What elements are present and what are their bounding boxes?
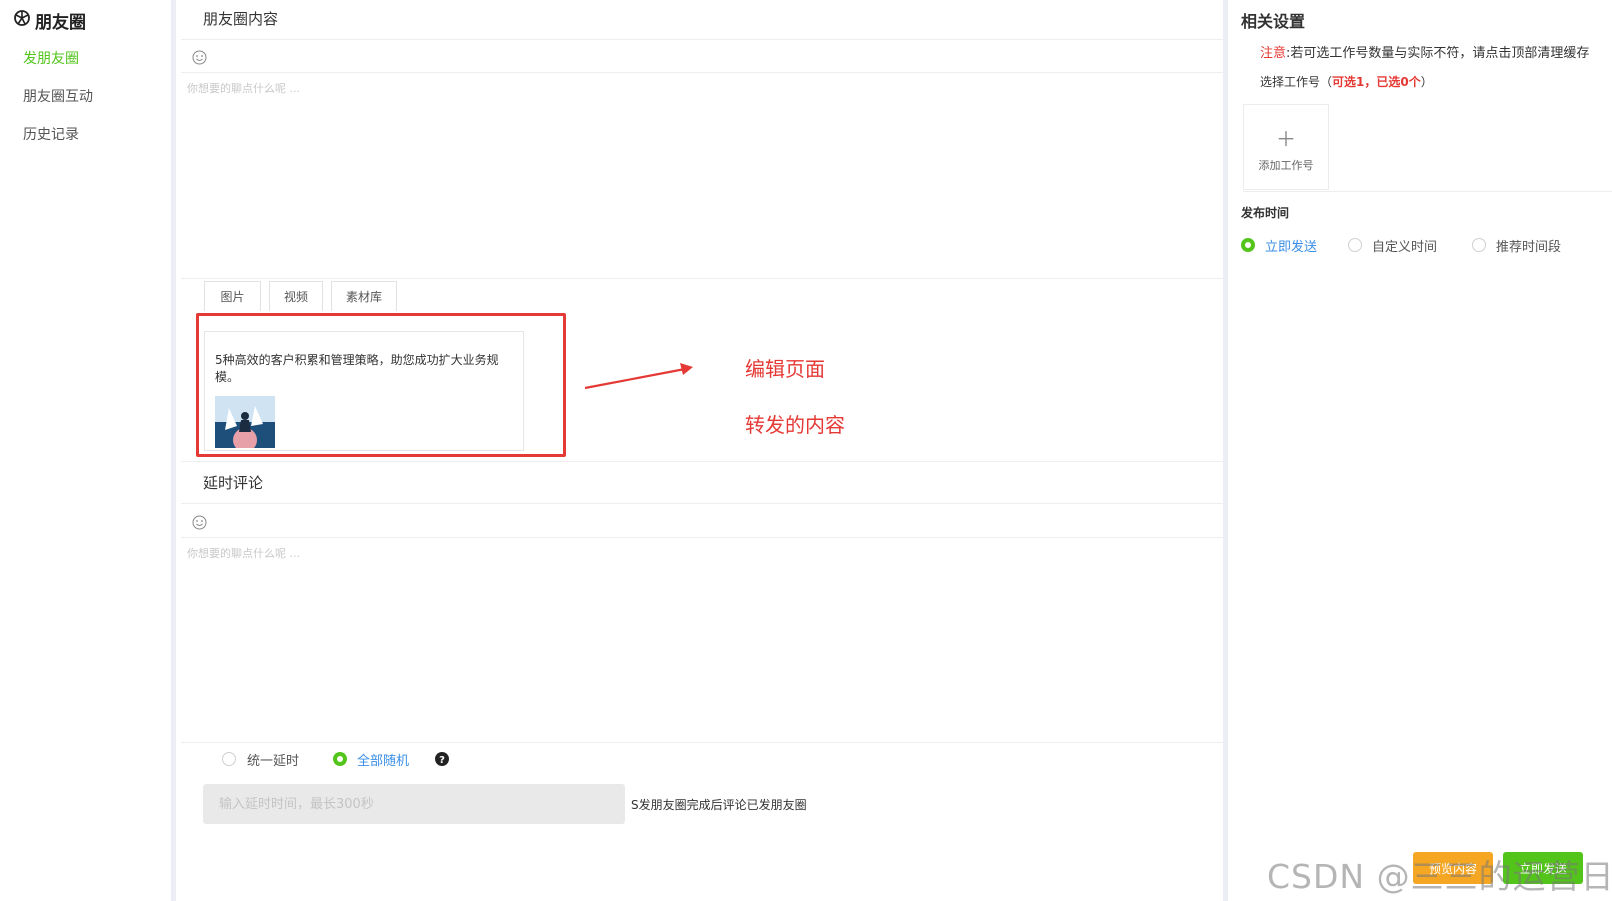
sidebar-item-history[interactable]: 历史记录	[23, 124, 79, 144]
sidebar-item-post-moments[interactable]: 发朋友圈	[23, 48, 79, 68]
sidebar-title: 朋友圈	[35, 13, 86, 33]
add-worker-button[interactable]: ＋ 添加工作号	[1243, 104, 1329, 190]
emoji-icon[interactable]	[192, 50, 207, 65]
divider	[181, 742, 1223, 743]
content-section-title: 朋友圈内容	[203, 10, 279, 28]
preview-button[interactable]: 预览内容	[1413, 852, 1493, 884]
publish-button[interactable]: 立即发送	[1503, 852, 1583, 884]
radio-all-random-label[interactable]: 全部随机	[357, 750, 409, 769]
note-prefix: 注意	[1260, 46, 1287, 61]
annotation-arrow-icon	[581, 354, 701, 394]
main-panel: 朋友圈内容 你想要的聊点什么呢 ... 图片 视频 素材库 5种高效的客户积累和…	[181, 0, 1223, 901]
plus-icon: ＋	[1276, 127, 1296, 151]
emoji-icon[interactable]	[192, 515, 207, 530]
note-text: :若可选工作号数量与实际不符，请点击顶部清理缓存	[1286, 46, 1590, 61]
delay-hint-text: S发朋友圈完成后评论已发朋友圈	[631, 798, 807, 812]
delay-seconds-input[interactable]	[203, 784, 625, 824]
divider	[181, 461, 1223, 462]
annotation-highlight-box	[196, 313, 566, 457]
content-textarea[interactable]: 你想要的聊点什么呢 ...	[187, 80, 300, 96]
divider	[181, 537, 1223, 538]
settings-note: 注意:若可选工作号数量与实际不符，请点击顶部清理缓存	[1260, 42, 1589, 61]
tab-image[interactable]: 图片	[204, 281, 261, 311]
radio-all-random[interactable]	[333, 752, 347, 766]
divider	[181, 503, 1223, 504]
radio-uniform-delay-label[interactable]: 统一延时	[247, 750, 299, 769]
radio-recommended-time[interactable]	[1472, 238, 1486, 252]
radio-custom-time[interactable]	[1348, 238, 1362, 252]
radio-uniform-delay[interactable]	[222, 752, 236, 766]
settings-title: 相关设置	[1241, 12, 1306, 31]
divider	[1243, 191, 1612, 192]
tab-material-library[interactable]: 素材库	[331, 281, 397, 311]
publish-time-title: 发布时间	[1241, 206, 1290, 220]
svg-text:?: ?	[439, 755, 445, 766]
choose-count: 可选1，已选0个	[1332, 75, 1421, 89]
divider	[181, 39, 1223, 40]
radio-recommended-time-label[interactable]: 推荐时间段	[1496, 236, 1561, 255]
radio-send-now[interactable]	[1241, 238, 1255, 252]
choose-label: 选择工作号（	[1260, 75, 1333, 89]
sidebar-brand: 朋友圈	[14, 8, 86, 33]
annotation-forward-content: 转发的内容	[745, 413, 845, 437]
tab-video[interactable]: 视频	[269, 281, 323, 311]
choose-worker-label: 选择工作号（可选1，已选0个）	[1260, 73, 1433, 90]
radio-custom-time-label[interactable]: 自定义时间	[1372, 236, 1437, 255]
choose-suffix: ）	[1420, 75, 1433, 89]
radio-send-now-label[interactable]: 立即发送	[1265, 236, 1317, 255]
divider	[181, 72, 1223, 73]
sidebar-item-moments-interaction[interactable]: 朋友圈互动	[23, 86, 93, 106]
help-icon[interactable]: ?	[435, 751, 449, 770]
settings-panel: 相关设置 注意:若可选工作号数量与实际不符，请点击顶部清理缓存 选择工作号（可选…	[1223, 0, 1612, 901]
delay-comment-title: 延时评论	[203, 474, 264, 492]
moments-icon	[14, 10, 30, 31]
divider	[181, 278, 1223, 279]
add-worker-label: 添加工作号	[1258, 159, 1314, 172]
delay-comment-textarea[interactable]: 你想要的聊点什么呢 ...	[187, 545, 300, 561]
sidebar: 朋友圈 发朋友圈 朋友圈互动 历史记录	[0, 0, 176, 901]
annotation-edit-page: 编辑页面	[745, 357, 825, 381]
